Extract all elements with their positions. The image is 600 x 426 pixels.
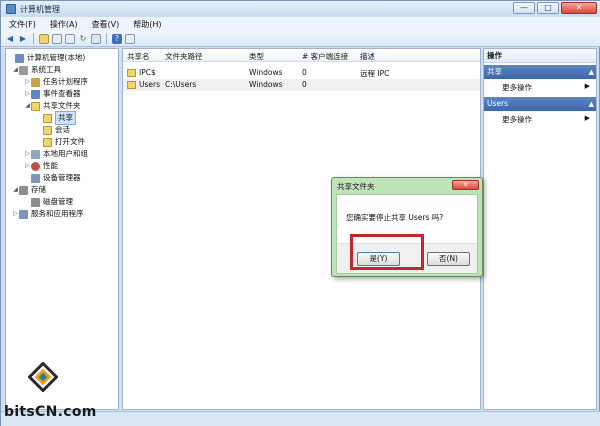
collapse-icon[interactable]: ◢ [12,64,19,76]
storage-icon [19,185,28,195]
actions-section-users[interactable]: Users ▲ [484,97,596,111]
tools-icon [19,65,28,75]
tree-item-event-viewer[interactable]: ▷ 事件查看器 [24,88,81,100]
actions-pane: 操作 共享 ▲ 更多操作 ▶ Users ▲ 更多操作 ▶ [483,48,597,410]
show-hide-tree-icon[interactable] [52,33,62,44]
column-header-folder-path[interactable]: 文件夹路径 [165,51,203,62]
column-header-share-name[interactable]: 共享名 [127,51,150,62]
up-folder-icon[interactable] [39,33,49,44]
share-type: Windows [249,80,283,89]
share-icon [127,81,136,89]
sessions-icon [43,125,52,135]
refresh-icon[interactable]: ↻ [78,34,88,44]
menu-view[interactable]: 查看(V) [92,19,120,30]
tree-item-open-files[interactable]: 打开文件 [36,136,85,148]
menu-action[interactable]: 操作(A) [50,19,78,30]
computer-icon [15,53,24,63]
users-icon [31,149,40,159]
expand-icon[interactable]: ▷ [24,88,31,100]
menu-file[interactable]: 文件(F) [9,19,36,30]
highlight-annotation [350,234,424,270]
tree-item-sessions[interactable]: 会话 [36,124,70,136]
tree-item-services-applications[interactable]: ▷ 服务和应用程序 [12,208,84,220]
tree-item-local-users-groups[interactable]: ▷ 本地用户和组 [24,148,88,160]
expand-icon[interactable]: ▷ [24,76,31,88]
expand-icon[interactable]: ▷ [24,160,31,172]
tree-item-computer-management[interactable]: 计算机管理(本地) [8,52,85,64]
dialog-message: 您确实要停止共享 Users 吗? [346,213,444,222]
export-icon[interactable] [65,33,75,44]
properties-icon[interactable] [91,33,101,44]
share-description: 远程 IPC [360,69,390,78]
tree-item-system-tools[interactable]: ◢ 系统工具 [12,64,61,76]
window-title: 计算机管理 [20,5,60,14]
shared-folder-icon [31,101,40,111]
tree-item-storage[interactable]: ◢ 存储 [12,184,46,196]
open-files-icon [43,137,52,147]
collapse-arrow-icon[interactable]: ▲ [589,97,594,111]
more-actions-link[interactable]: 更多操作 [502,114,532,125]
actions-title: 操作 [484,49,596,63]
folder-path: C:\Users [165,80,197,89]
collapse-arrow-icon[interactable]: ▲ [589,65,594,79]
forward-icon[interactable]: ▶ [18,34,28,44]
event-viewer-icon [31,89,40,99]
collapse-icon[interactable]: ◢ [12,184,19,196]
bitscn-logo-icon [28,362,58,392]
collapse-icon[interactable]: ◢ [24,100,31,112]
section-label: Users [487,99,509,108]
submenu-arrow-icon[interactable]: ▶ [585,82,590,90]
menu-help[interactable]: 帮助(H) [133,19,161,30]
dialog-close-button[interactable]: ✕ [452,180,479,190]
table-row[interactable]: Users C:\Users Windows 0 [123,79,480,91]
share-type: Windows [249,68,283,77]
maximize-button[interactable]: □ [537,2,559,14]
close-button[interactable]: ✕ [561,2,597,14]
tree-item-task-scheduler[interactable]: ▷ 任务计划程序 [24,76,88,88]
tree-item-shares[interactable]: 共享 [36,111,76,125]
no-button[interactable]: 否(N) [427,252,470,266]
toolbar-separator [106,33,107,44]
share-icon [43,113,52,123]
submenu-arrow-icon[interactable]: ▶ [585,114,590,122]
view-icon[interactable] [125,33,135,44]
table-row[interactable]: IPC$ Windows 0 远程 IPC [123,67,480,79]
column-header-client-connections[interactable]: # 客户端连接 [302,51,348,62]
title-bar[interactable]: 计算机管理 — □ ✕ [1,1,600,17]
help-icon[interactable]: ? [112,33,122,44]
performance-icon [31,161,40,171]
column-header-description[interactable]: 描述 [360,51,375,62]
share-name: Users [139,80,161,89]
device-manager-icon [31,173,40,183]
watermark-text: bitsCN.com [4,404,97,420]
computer-management-icon [6,4,16,14]
services-icon [19,209,28,219]
disk-icon [31,197,40,207]
toolbar: ◀ ▶ ↻ ? [1,31,600,47]
expand-icon[interactable]: ▷ [24,148,31,160]
actions-section-shares[interactable]: 共享 ▲ [484,65,596,79]
client-connections: 0 [302,68,307,77]
tree-item-performance[interactable]: ▷ 性能 [24,160,58,172]
bitscn-logo: bitsCN.com [4,362,124,424]
tree-item-device-manager[interactable]: 设备管理器 [24,172,81,184]
section-label: 共享 [487,67,502,76]
list-header: 共享名 文件夹路径 类型 # 客户端连接 描述 [123,49,480,62]
back-icon[interactable]: ◀ [5,34,15,44]
dialog-title: 共享文件夹 [337,182,375,191]
share-name: IPC$ [139,68,156,77]
client-connections: 0 [302,80,307,89]
expand-icon[interactable]: ▷ [12,208,19,220]
share-icon [127,69,136,77]
toolbar-separator [33,33,34,44]
task-scheduler-icon [31,77,40,87]
tree-item-disk-management[interactable]: 磁盘管理 [24,196,73,208]
more-actions-link[interactable]: 更多操作 [502,82,532,93]
column-header-type[interactable]: 类型 [249,51,264,62]
minimize-button[interactable]: — [513,2,535,14]
menu-bar: 文件(F) 操作(A) 查看(V) 帮助(H) [1,17,600,31]
navigation-tree: 计算机管理(本地) ◢ 系统工具 ▷ 任务计划程序 ▷ 事件查看器 ◢ 共享文件… [5,48,119,410]
